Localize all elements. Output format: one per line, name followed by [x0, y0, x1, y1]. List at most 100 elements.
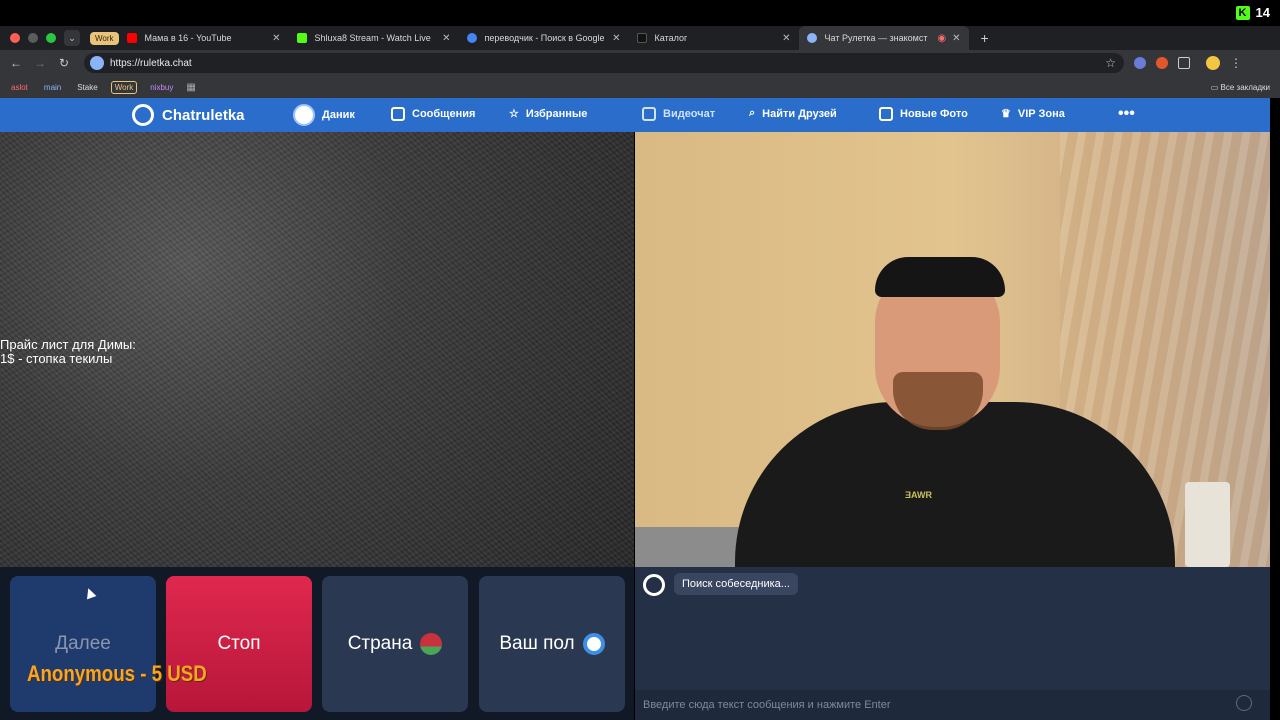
nav-videochat-label: Видеочат [663, 108, 716, 120]
viewer-badge: K 14 [1235, 5, 1270, 20]
all-bookmarks[interactable]: ▭ Все закладки [1211, 83, 1270, 92]
donation-alert: Anonymous - 5 USD [27, 661, 207, 686]
google-icon [466, 33, 477, 43]
right-border [1270, 98, 1280, 720]
nav-new-photos-label: Новые Фото [900, 108, 968, 120]
search-icon: ⌕ [749, 107, 756, 119]
nav-favorites[interactable]: ☆ Избранные [509, 107, 588, 121]
country-button[interactable]: Страна [322, 576, 468, 712]
bookmark-folder-work[interactable]: Work [110, 80, 138, 94]
gender-icon [582, 633, 605, 655]
price-list-item: 1$ - стопка текилы [0, 351, 113, 366]
nav-messages[interactable]: Сообщения [391, 107, 475, 121]
close-window-icon[interactable] [10, 33, 20, 43]
video-camera-icon [642, 107, 656, 121]
tab-kick-stream[interactable]: Shluxa8 Stream - Watch Live ✕ [289, 26, 459, 50]
emoji-icon[interactable] [1236, 695, 1252, 711]
bookmark-main[interactable]: main [41, 82, 64, 93]
camera-icon [879, 107, 893, 121]
site-logo[interactable]: Chatruletka [132, 104, 245, 126]
extension-icon[interactable] [1134, 57, 1146, 69]
omnibox[interactable]: https://ruletka.chat ☆ [84, 53, 1124, 73]
chatruletka-logo-icon [132, 104, 154, 126]
chatruletka-icon [806, 33, 817, 43]
tab-title: Каталог [654, 33, 688, 43]
folder-icon: ▭ [1210, 82, 1221, 92]
site-info-icon[interactable] [90, 56, 104, 70]
tab-catalog[interactable]: Каталог ✕ [629, 26, 799, 50]
tab-title: Shluxa8 Stream - Watch Live [314, 33, 431, 43]
stop-button[interactable]: Стоп [166, 576, 312, 712]
user-avatar [293, 104, 315, 126]
tab-title: Мама в 16 - YouTube [144, 33, 232, 43]
back-icon[interactable]: ← [4, 56, 28, 70]
url-text[interactable]: https://ruletka.chat [110, 58, 192, 69]
close-tab-icon[interactable]: ✕ [442, 33, 450, 44]
maximize-window-icon[interactable] [46, 33, 56, 43]
catalog-icon [636, 33, 647, 43]
more-menu-icon[interactable]: ••• [1118, 105, 1135, 123]
bookmark-stake[interactable]: Stake [74, 82, 100, 93]
tab-chatroulette[interactable]: Чат Рулетка — знакомст ◉ ✕ [798, 26, 969, 50]
stream-overlay-bar: K 14 [0, 0, 1280, 26]
bookmark-star-icon[interactable]: ☆ [1105, 56, 1116, 70]
extension-icon[interactable] [1156, 57, 1168, 69]
apps-grid-icon[interactable]: ▦ [186, 82, 195, 93]
tab-title: переводчик - Поиск в Google [484, 33, 605, 43]
bookmark-aslot[interactable]: aslot [8, 82, 31, 93]
site-header: Chatruletka Даник Сообщения ☆ Избранные … [0, 98, 1270, 132]
self-video: ƎAWR [635, 132, 1270, 567]
nav-profile[interactable]: Даник [293, 104, 355, 126]
nav-favorites-label: Избранные [525, 107, 588, 120]
window-controls [0, 33, 56, 43]
nav-find-friends[interactable]: ⌕ Найти Друзей [749, 107, 837, 120]
browser-menu-icon[interactable]: ⋮ [1230, 56, 1242, 70]
tab-google-translate[interactable]: переводчик - Поиск в Google ✕ [459, 26, 629, 50]
tab-search-icon[interactable]: ⌄ [64, 30, 80, 46]
bookmarks-bar: aslot main Stake Work nixbuy ▦ ▭ Все зак… [0, 76, 1280, 98]
shirt-print: ƎAWR [905, 490, 932, 500]
minimize-window-icon[interactable] [28, 33, 38, 43]
gender-button[interactable]: Ваш пол [479, 576, 625, 712]
forward-icon[interactable]: → [28, 56, 52, 70]
close-tab-icon[interactable]: ✕ [782, 33, 790, 44]
new-tab-icon[interactable]: + [981, 30, 989, 46]
profile-avatar-icon[interactable] [1206, 56, 1220, 70]
close-tab-icon[interactable]: ✕ [272, 33, 280, 44]
recording-icon: ◉ [937, 32, 947, 44]
tab-youtube[interactable]: Мама в 16 - YouTube ✕ [119, 26, 289, 50]
crown-icon: ♛ [1001, 108, 1011, 120]
search-status-message: Поиск собеседника... [674, 573, 798, 595]
nav-new-photos[interactable]: Новые Фото [879, 107, 968, 121]
youtube-icon [126, 33, 137, 43]
price-list-overlay: Прайс лист для Димы: 1$ - стопка текилы [0, 338, 136, 366]
reload-icon[interactable]: ↻ [52, 56, 76, 70]
close-tab-icon[interactable]: ✕ [952, 33, 960, 44]
tab-group-work[interactable]: Work [90, 31, 119, 45]
tab-bar: ⌄ Work Мама в 16 - YouTube ✕ Shluxa8 Str… [0, 26, 1280, 50]
close-tab-icon[interactable]: ✕ [612, 33, 620, 44]
bookmark-nixbuy[interactable]: nixbuy [147, 82, 176, 93]
extensions-area [1134, 57, 1190, 69]
all-bookmarks-label: Все закладки [1220, 82, 1270, 92]
chat-message-input[interactable] [635, 690, 1270, 720]
price-list-title: Прайс лист для Димы: [0, 337, 136, 352]
address-bar-row: ← → ↻ https://ruletka.chat ☆ ⋮ [0, 50, 1280, 76]
next-button-label: Далее [55, 633, 111, 654]
nav-vip[interactable]: ♛ VIP Зона [1001, 107, 1065, 121]
star-icon: ☆ [509, 108, 519, 120]
envelope-icon [391, 107, 405, 121]
cup [1185, 482, 1230, 567]
nav-messages-label: Сообщения [412, 108, 476, 120]
belarus-flag-icon [420, 633, 443, 655]
chatruletka-logo-icon [643, 574, 665, 596]
viewer-count: 14 [1255, 5, 1270, 20]
puzzle-icon[interactable] [1178, 57, 1190, 69]
next-button[interactable]: Далее [10, 576, 156, 712]
nav-videochat[interactable]: Видеочат [642, 107, 715, 121]
person-cap [875, 257, 1005, 297]
kick-icon [296, 33, 307, 43]
nav-profile-label: Даник [322, 109, 355, 121]
tab-title: Чат Рулетка — знакомст [824, 33, 928, 43]
partner-video: Прайс лист для Димы: 1$ - стопка текилы [0, 132, 634, 567]
